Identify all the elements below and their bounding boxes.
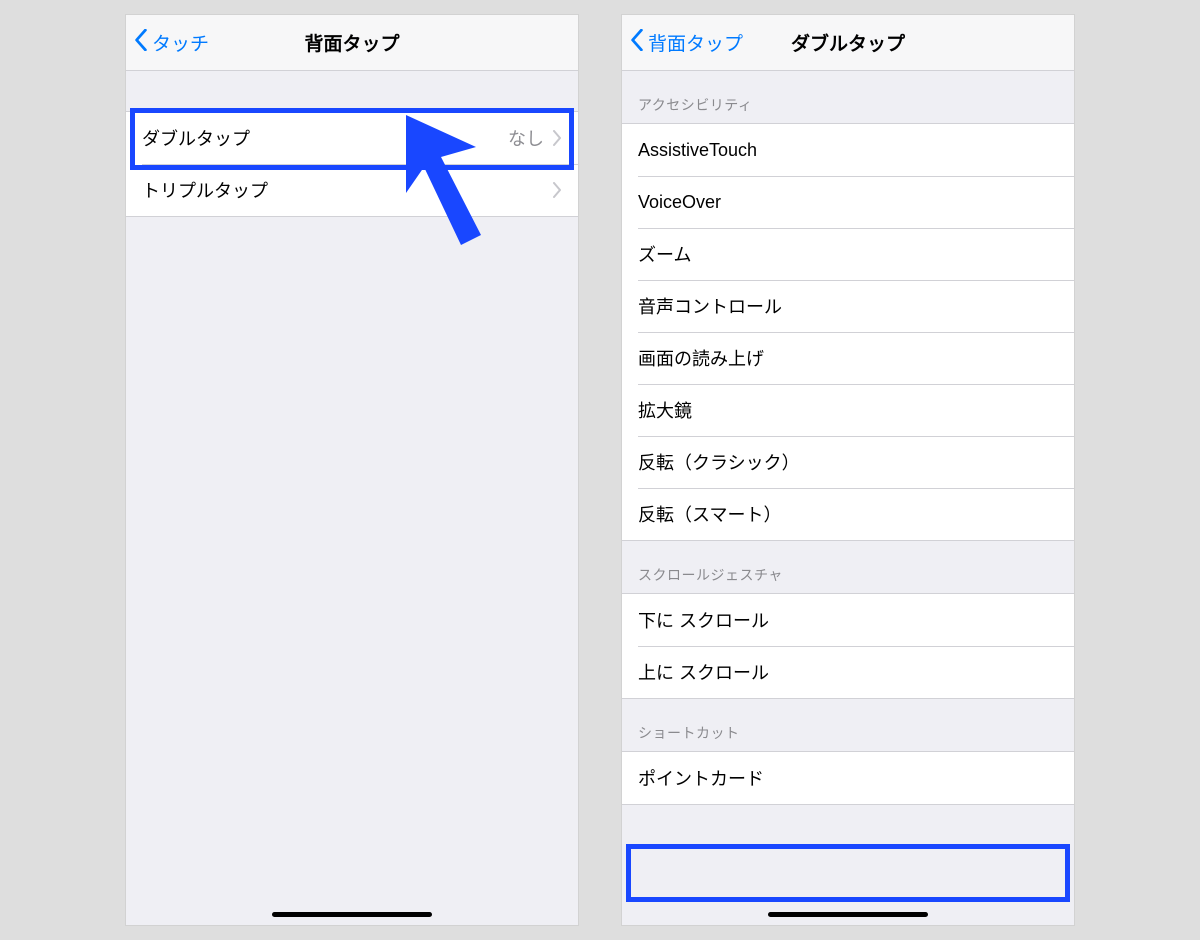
back-button[interactable]: タッチ (134, 29, 209, 57)
option-invert-smart[interactable]: 反転（スマート） (622, 488, 1074, 540)
row-label: 反転（スマート） (638, 501, 781, 527)
row-label: 拡大鏡 (638, 397, 692, 423)
navbar: 背面タップ ダブルタップ (622, 15, 1074, 71)
back-label: タッチ (152, 29, 209, 56)
highlight-box (626, 844, 1070, 902)
row-triple-tap[interactable]: トリプルタップ (126, 164, 578, 216)
settings-group: ダブルタップ なし トリプルタップ (126, 111, 578, 217)
option-zoom[interactable]: ズーム (622, 228, 1074, 280)
home-indicator (768, 912, 928, 917)
option-voiceover[interactable]: VoiceOver (622, 176, 1074, 228)
row-label: 画面の読み上げ (638, 345, 764, 371)
option-assistive-touch[interactable]: AssistiveTouch (622, 124, 1074, 176)
row-label: VoiceOver (638, 192, 721, 213)
row-label: トリプルタップ (142, 177, 268, 203)
option-invert-classic[interactable]: 反転（クラシック） (622, 436, 1074, 488)
group-accessibility: AssistiveTouch VoiceOver ズーム 音声コントロール 画面… (622, 123, 1074, 541)
option-point-card[interactable]: ポイントカード (622, 752, 1074, 804)
option-voice-control[interactable]: 音声コントロール (622, 280, 1074, 332)
row-label: ズーム (638, 241, 691, 267)
group-shortcut: ポイントカード (622, 751, 1074, 805)
row-label: ダブルタップ (142, 125, 250, 151)
row-value: なし (508, 125, 544, 151)
back-button[interactable]: 背面タップ (630, 29, 743, 57)
section-header-scroll: スクロールジェスチャ (622, 541, 1074, 593)
row-double-tap[interactable]: ダブルタップ なし (126, 112, 578, 164)
row-label: 下に スクロール (638, 607, 769, 633)
option-speak-screen[interactable]: 画面の読み上げ (622, 332, 1074, 384)
chevron-left-icon (630, 29, 648, 57)
navbar: タッチ 背面タップ (126, 15, 578, 71)
section-header-accessibility: アクセシビリティ (622, 71, 1074, 123)
row-label: ポイントカード (638, 765, 764, 791)
phone-left: タッチ 背面タップ ダブルタップ なし トリプルタップ (126, 15, 578, 925)
option-scroll-up[interactable]: 上に スクロール (622, 646, 1074, 698)
group-scroll: 下に スクロール 上に スクロール (622, 593, 1074, 699)
row-label: 音声コントロール (638, 293, 782, 319)
spacer (126, 71, 578, 111)
chevron-right-icon (552, 130, 562, 146)
option-magnifier[interactable]: 拡大鏡 (622, 384, 1074, 436)
row-label: 反転（クラシック） (638, 449, 800, 475)
chevron-right-icon (552, 182, 562, 198)
chevron-left-icon (134, 29, 152, 57)
row-label: AssistiveTouch (638, 140, 757, 161)
section-header-shortcut: ショートカット (622, 699, 1074, 751)
back-label: 背面タップ (648, 29, 743, 56)
home-indicator (272, 912, 432, 917)
phone-right: 背面タップ ダブルタップ アクセシビリティ AssistiveTouch Voi… (622, 15, 1074, 925)
option-scroll-down[interactable]: 下に スクロール (622, 594, 1074, 646)
row-label: 上に スクロール (638, 659, 769, 685)
